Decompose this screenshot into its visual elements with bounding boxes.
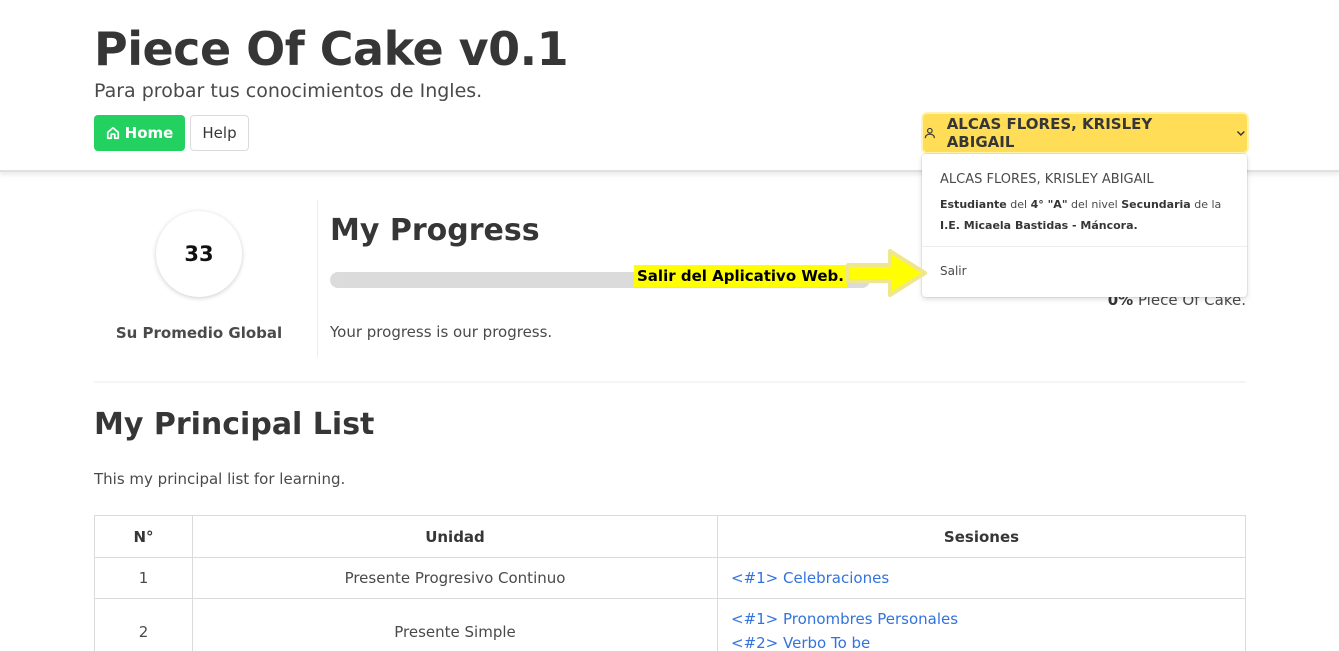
home-icon [106, 126, 119, 140]
score-label: Su Promedio Global [115, 324, 283, 342]
app-subtitle: Para probar tus conocimientos de Ingles. [94, 80, 483, 102]
row-unit: Presente Progresivo Continuo [192, 557, 718, 599]
row-sessions: <#1> Celebraciones [717, 557, 1246, 599]
row-unit: Presente Simple [192, 598, 718, 651]
column-header-number: N° [94, 515, 193, 558]
user-school: I.E. Micaela Bastidas - Máncora. [940, 219, 1138, 232]
column-header-sessions: Sesiones [717, 515, 1246, 558]
progress-note: Your progress is our progress. [330, 323, 553, 341]
user-level: Secundaria [1121, 198, 1191, 211]
user-menu-button[interactable]: ALCAS FLORES, KRISLEY ABIGAIL [923, 114, 1247, 152]
principal-list-description: This my principal list for learning. [94, 470, 346, 488]
principal-list-title: My Principal List [94, 407, 375, 442]
table-row: 2 Presente Simple <#1> Pronombres Person… [94, 598, 1246, 651]
help-button[interactable]: Help [190, 115, 249, 151]
annotation-label: Salir del Aplicativo Web. [634, 265, 847, 287]
row-number: 2 [94, 598, 193, 651]
text-de-la: de la [1190, 198, 1222, 211]
score-circle: 33 [156, 211, 242, 297]
user-dropdown: ALCAS FLORES, KRISLEY ABIGAIL Estudiante… [922, 154, 1247, 297]
units-table: N° Unidad Sesiones 1 Presente Progresivo… [94, 515, 1246, 651]
app-title: Piece Of Cake v0.1 [94, 22, 569, 76]
chevron-down-icon [1237, 131, 1246, 136]
dropdown-user-description: Estudiante del 4° "A" del nivel Secundar… [940, 194, 1232, 236]
home-button-label: Home [124, 124, 174, 142]
vertical-divider [317, 200, 318, 357]
section-divider [94, 381, 1246, 383]
hero-header: Piece Of Cake v0.1 Para probar tus conoc… [0, 0, 1339, 172]
user-grade: 4° "A" [1030, 198, 1068, 211]
arrow-right-icon [846, 249, 927, 297]
logout-menu-item[interactable]: Salir [940, 264, 967, 278]
progress-title: My Progress [330, 213, 540, 248]
session-link[interactable]: <#1> Celebraciones [731, 566, 1232, 590]
dropdown-user-name: ALCAS FLORES, KRISLEY ABIGAIL [940, 172, 1154, 187]
user-role: Estudiante [940, 198, 1007, 211]
column-header-unit: Unidad [192, 515, 718, 558]
user-icon [924, 127, 935, 139]
row-sessions: <#1> Pronombres Personales <#2> Verbo To… [717, 598, 1246, 651]
text-del: del [1006, 198, 1031, 211]
user-menu-name: ALCAS FLORES, KRISLEY ABIGAIL [946, 115, 1153, 151]
text-del-nivel: del nivel [1067, 198, 1122, 211]
row-number: 1 [94, 557, 193, 599]
session-link[interactable]: <#1> Pronombres Personales [731, 607, 1232, 631]
session-link[interactable]: <#2> Verbo To be [731, 631, 1232, 651]
dropdown-divider [922, 246, 1247, 247]
home-button[interactable]: Home [94, 115, 185, 151]
table-header-row: N° Unidad Sesiones [94, 515, 1246, 558]
table-row: 1 Presente Progresivo Continuo <#1> Cele… [94, 557, 1246, 599]
